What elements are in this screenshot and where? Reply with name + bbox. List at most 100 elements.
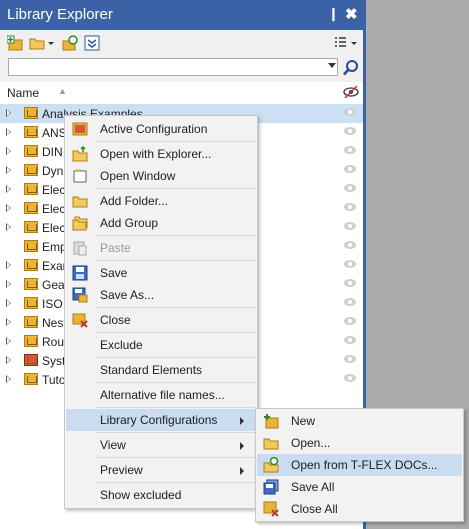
visible-eye-icon[interactable]	[344, 203, 356, 211]
save-all-icon	[263, 479, 279, 495]
new-configuration-icon	[264, 414, 279, 429]
save-icon	[72, 265, 88, 281]
menu-item-label: Open with Explorer...	[100, 147, 212, 161]
library-folder-icon	[24, 373, 38, 385]
expand-arrow-icon[interactable]	[6, 375, 11, 383]
menu-separator	[95, 482, 255, 483]
collapse-all-icon[interactable]	[84, 35, 100, 51]
menu-item-preview[interactable]: Preview	[66, 459, 256, 481]
visible-eye-icon[interactable]	[344, 165, 356, 173]
close-library-icon	[72, 313, 88, 328]
menu-item-save-all[interactable]: Save All	[257, 476, 462, 498]
menu-item-label: Active Configuration	[100, 122, 208, 136]
tree-row-label: ANS	[42, 126, 67, 140]
menu-item-view[interactable]: View	[66, 434, 256, 456]
visible-eye-icon[interactable]	[344, 184, 356, 192]
menu-item-label: Add Folder...	[100, 194, 169, 208]
library-folder-icon	[24, 126, 38, 138]
toolbar	[0, 30, 363, 56]
refresh-library-icon[interactable]	[62, 35, 78, 51]
expand-arrow-icon[interactable]	[6, 280, 11, 288]
visible-eye-icon[interactable]	[344, 279, 356, 287]
menu-item-paste[interactable]: Paste	[66, 237, 256, 259]
menu-item-label: Alternative file names...	[100, 388, 225, 402]
visible-eye-icon[interactable]	[344, 260, 356, 268]
tree-row-label: Elec	[42, 183, 66, 197]
tree-row-label: Dyn	[42, 164, 64, 178]
tree-row-label: DIN	[42, 145, 63, 159]
menu-item-save-as[interactable]: Save As...	[66, 284, 256, 306]
menu-item-open-configuration[interactable]: Open...	[257, 432, 462, 454]
expand-arrow-icon[interactable]	[6, 261, 11, 269]
visible-eye-icon[interactable]	[344, 108, 356, 116]
expand-arrow-icon[interactable]	[6, 356, 11, 364]
search-input[interactable]	[8, 58, 338, 76]
visible-eye-icon[interactable]	[344, 222, 356, 230]
library-configurations-submenu: New Open... Open from T-FLEX DOCs... Sav…	[255, 408, 464, 522]
expand-arrow-icon[interactable]	[6, 204, 11, 212]
menu-item-open-window[interactable]: Open Window	[66, 165, 256, 187]
menu-item-label: Show excluded	[100, 488, 182, 502]
menu-item-new-configuration[interactable]: New	[257, 410, 462, 432]
new-library-icon[interactable]	[7, 35, 23, 51]
expand-arrow-icon[interactable]	[6, 147, 11, 155]
tree-row-label: Nest	[42, 316, 67, 330]
menu-item-open-with-explorer[interactable]: Open with Explorer...	[66, 143, 256, 165]
open-library-icon[interactable]	[29, 35, 45, 51]
open-from-docs-icon	[263, 457, 279, 473]
menu-item-add-group[interactable]: Add Group	[66, 212, 256, 234]
visible-eye-icon[interactable]	[344, 336, 356, 344]
menu-item-close[interactable]: Close	[66, 309, 256, 331]
menu-item-label: Standard Elements	[100, 363, 203, 377]
visible-eye-icon[interactable]	[344, 298, 356, 306]
visible-eye-icon[interactable]	[344, 127, 356, 135]
expand-arrow-icon[interactable]	[6, 318, 11, 326]
open-dropdown-arrow-icon[interactable]	[48, 42, 54, 45]
menu-item-add-folder[interactable]: Add Folder...	[66, 190, 256, 212]
visibility-column-icon[interactable]	[343, 85, 359, 99]
menu-separator	[95, 332, 255, 333]
menu-item-open-from-tflex-docs[interactable]: Open from T-FLEX DOCs...	[257, 454, 462, 476]
close-all-icon	[263, 501, 279, 517]
view-dropdown-arrow-icon[interactable]	[351, 42, 357, 45]
visible-eye-icon[interactable]	[344, 146, 356, 154]
add-folder-icon	[72, 196, 88, 208]
menu-item-standard-elements[interactable]: Standard Elements	[66, 359, 256, 381]
visible-eye-icon[interactable]	[344, 241, 356, 249]
expand-arrow-icon[interactable]	[6, 299, 11, 307]
menu-separator	[95, 382, 255, 383]
menu-item-save[interactable]: Save	[66, 262, 256, 284]
menu-item-label: Open...	[291, 436, 331, 450]
tree-row-label: ISO	[42, 297, 63, 311]
menu-item-close-all[interactable]: Close All	[257, 498, 462, 520]
visible-eye-icon[interactable]	[344, 317, 356, 325]
expand-arrow-icon[interactable]	[6, 166, 11, 174]
search-history-dropdown-icon[interactable]	[328, 63, 336, 68]
menu-item-label: Open from T-FLEX DOCs...	[291, 458, 438, 472]
list-view-icon[interactable]	[334, 35, 350, 51]
menu-item-library-configurations[interactable]: Library Configurations	[66, 409, 256, 431]
panel-title: Library Explorer	[7, 6, 113, 23]
expand-arrow-icon[interactable]	[6, 128, 11, 136]
submenu-arrow-icon	[240, 442, 244, 450]
library-folder-icon	[24, 221, 38, 233]
visible-eye-icon[interactable]	[344, 374, 356, 382]
expand-arrow-icon[interactable]	[6, 223, 11, 231]
search-icon[interactable]	[342, 59, 359, 77]
expand-arrow-icon[interactable]	[6, 337, 11, 345]
pin-icon[interactable]: ❙	[328, 6, 339, 22]
visible-eye-icon[interactable]	[344, 355, 356, 363]
expand-arrow-icon[interactable]	[6, 185, 11, 193]
close-icon[interactable]: ✖	[345, 5, 358, 23]
tree-row-label: Syst	[42, 354, 66, 368]
menu-item-show-excluded[interactable]: Show excluded	[66, 484, 256, 506]
tree-row-label: Exar	[42, 259, 67, 273]
menu-separator	[95, 188, 255, 189]
expand-arrow-icon[interactable]	[6, 109, 11, 117]
menu-item-label: Close	[100, 313, 131, 327]
name-column-header[interactable]: Name	[7, 86, 39, 100]
menu-item-active-configuration[interactable]: Active Configuration	[66, 118, 256, 140]
menu-item-alternative-file-names[interactable]: Alternative file names...	[66, 384, 256, 406]
add-group-icon	[72, 216, 88, 231]
menu-item-exclude[interactable]: Exclude	[66, 334, 256, 356]
